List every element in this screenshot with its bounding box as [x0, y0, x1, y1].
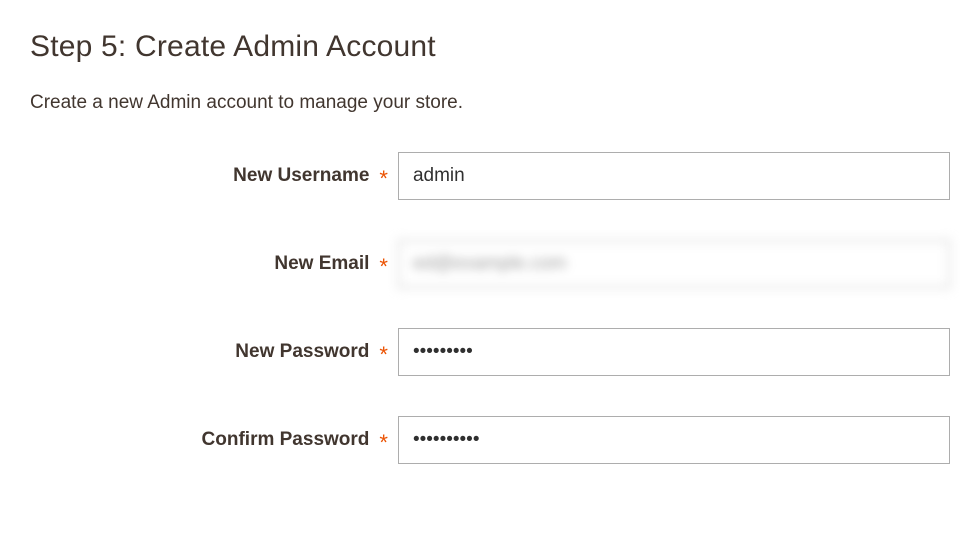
form-row-password: New Password * — [30, 328, 950, 376]
confirm-password-label: Confirm Password — [202, 429, 370, 451]
label-wrap: New Password * — [30, 341, 398, 363]
email-input[interactable] — [398, 240, 950, 288]
required-asterisk-icon: * — [379, 432, 388, 454]
required-asterisk-icon: * — [379, 168, 388, 190]
page-title: Step 5: Create Admin Account — [30, 30, 950, 64]
form-row-username: New Username * — [30, 152, 950, 200]
password-label: New Password — [235, 341, 369, 363]
required-asterisk-icon: * — [379, 344, 388, 366]
username-label: New Username — [233, 165, 369, 187]
form-row-confirm-password: Confirm Password * — [30, 416, 950, 464]
form-row-email: New Email * — [30, 240, 950, 288]
email-label: New Email — [274, 253, 369, 275]
label-wrap: Confirm Password * — [30, 429, 398, 451]
page-subtitle: Create a new Admin account to manage you… — [30, 92, 950, 114]
password-input[interactable] — [398, 328, 950, 376]
username-input[interactable] — [398, 152, 950, 200]
label-wrap: New Email * — [30, 253, 398, 275]
required-asterisk-icon: * — [379, 256, 388, 278]
label-wrap: New Username * — [30, 165, 398, 187]
confirm-password-input[interactable] — [398, 416, 950, 464]
